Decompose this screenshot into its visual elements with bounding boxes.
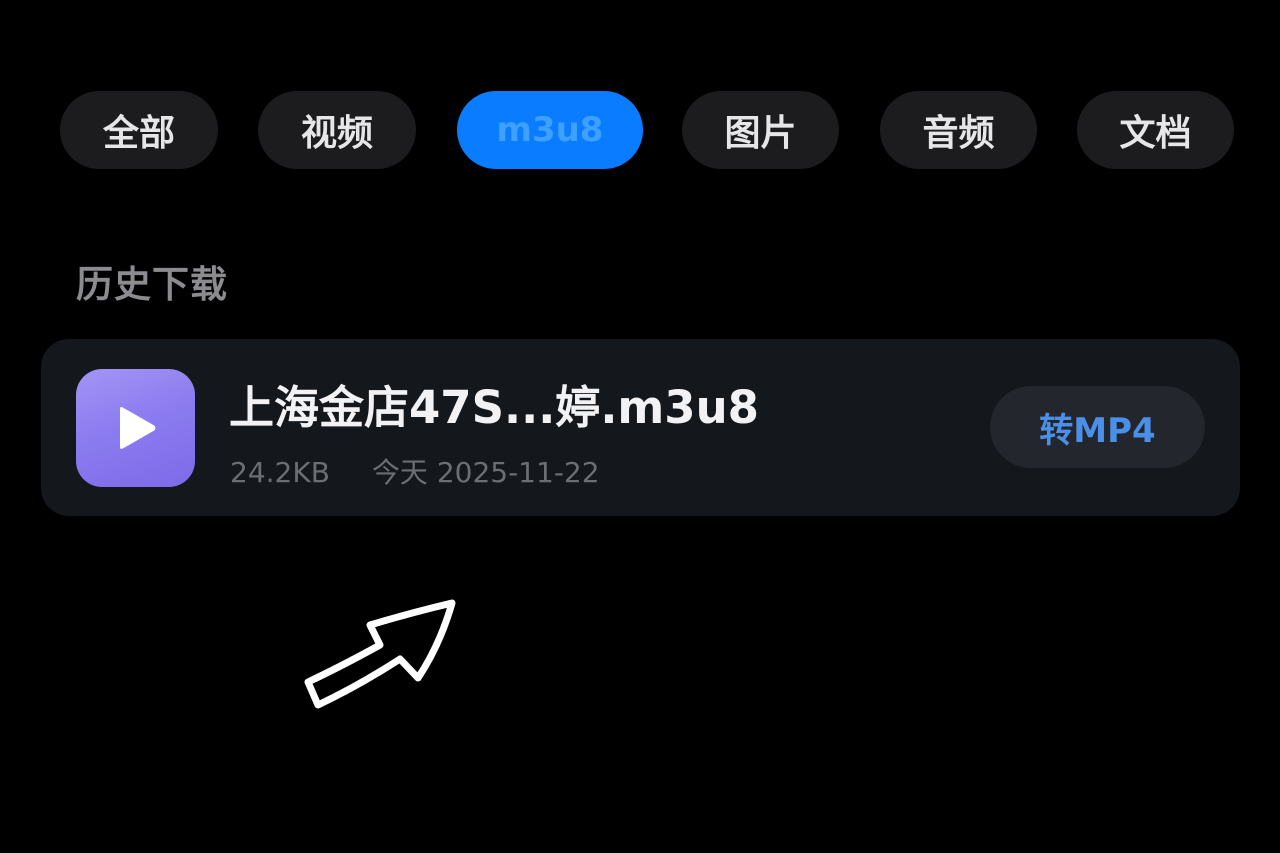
- filter-tabs: 全部 视频 m3u8 图片 音频 文档: [60, 91, 1234, 169]
- file-thumbnail: [76, 369, 195, 487]
- tab-document[interactable]: 文档: [1077, 91, 1234, 169]
- file-meta: 24.2KB 今天 2025-11-22: [230, 451, 600, 491]
- convert-mp4-button[interactable]: 转MP4: [990, 386, 1205, 468]
- play-icon: [120, 407, 156, 449]
- tab-image[interactable]: 图片: [682, 91, 839, 169]
- file-name: 上海金店47S...婷.m3u8: [229, 381, 759, 434]
- tab-all[interactable]: 全部: [60, 91, 218, 169]
- file-card[interactable]: 上海金店47S...婷.m3u8 24.2KB 今天 2025-11-22 转MP…: [41, 339, 1240, 516]
- file-date: 今天 2025-11-22: [371, 456, 600, 489]
- tab-video[interactable]: 视频: [258, 91, 416, 169]
- file-size: 24.2KB: [230, 456, 330, 489]
- hand-drawn-arrow-icon: [304, 599, 456, 709]
- tab-m3u8[interactable]: m3u8: [457, 91, 643, 169]
- section-title: 历史下载: [76, 263, 228, 306]
- tab-audio[interactable]: 音频: [880, 91, 1037, 169]
